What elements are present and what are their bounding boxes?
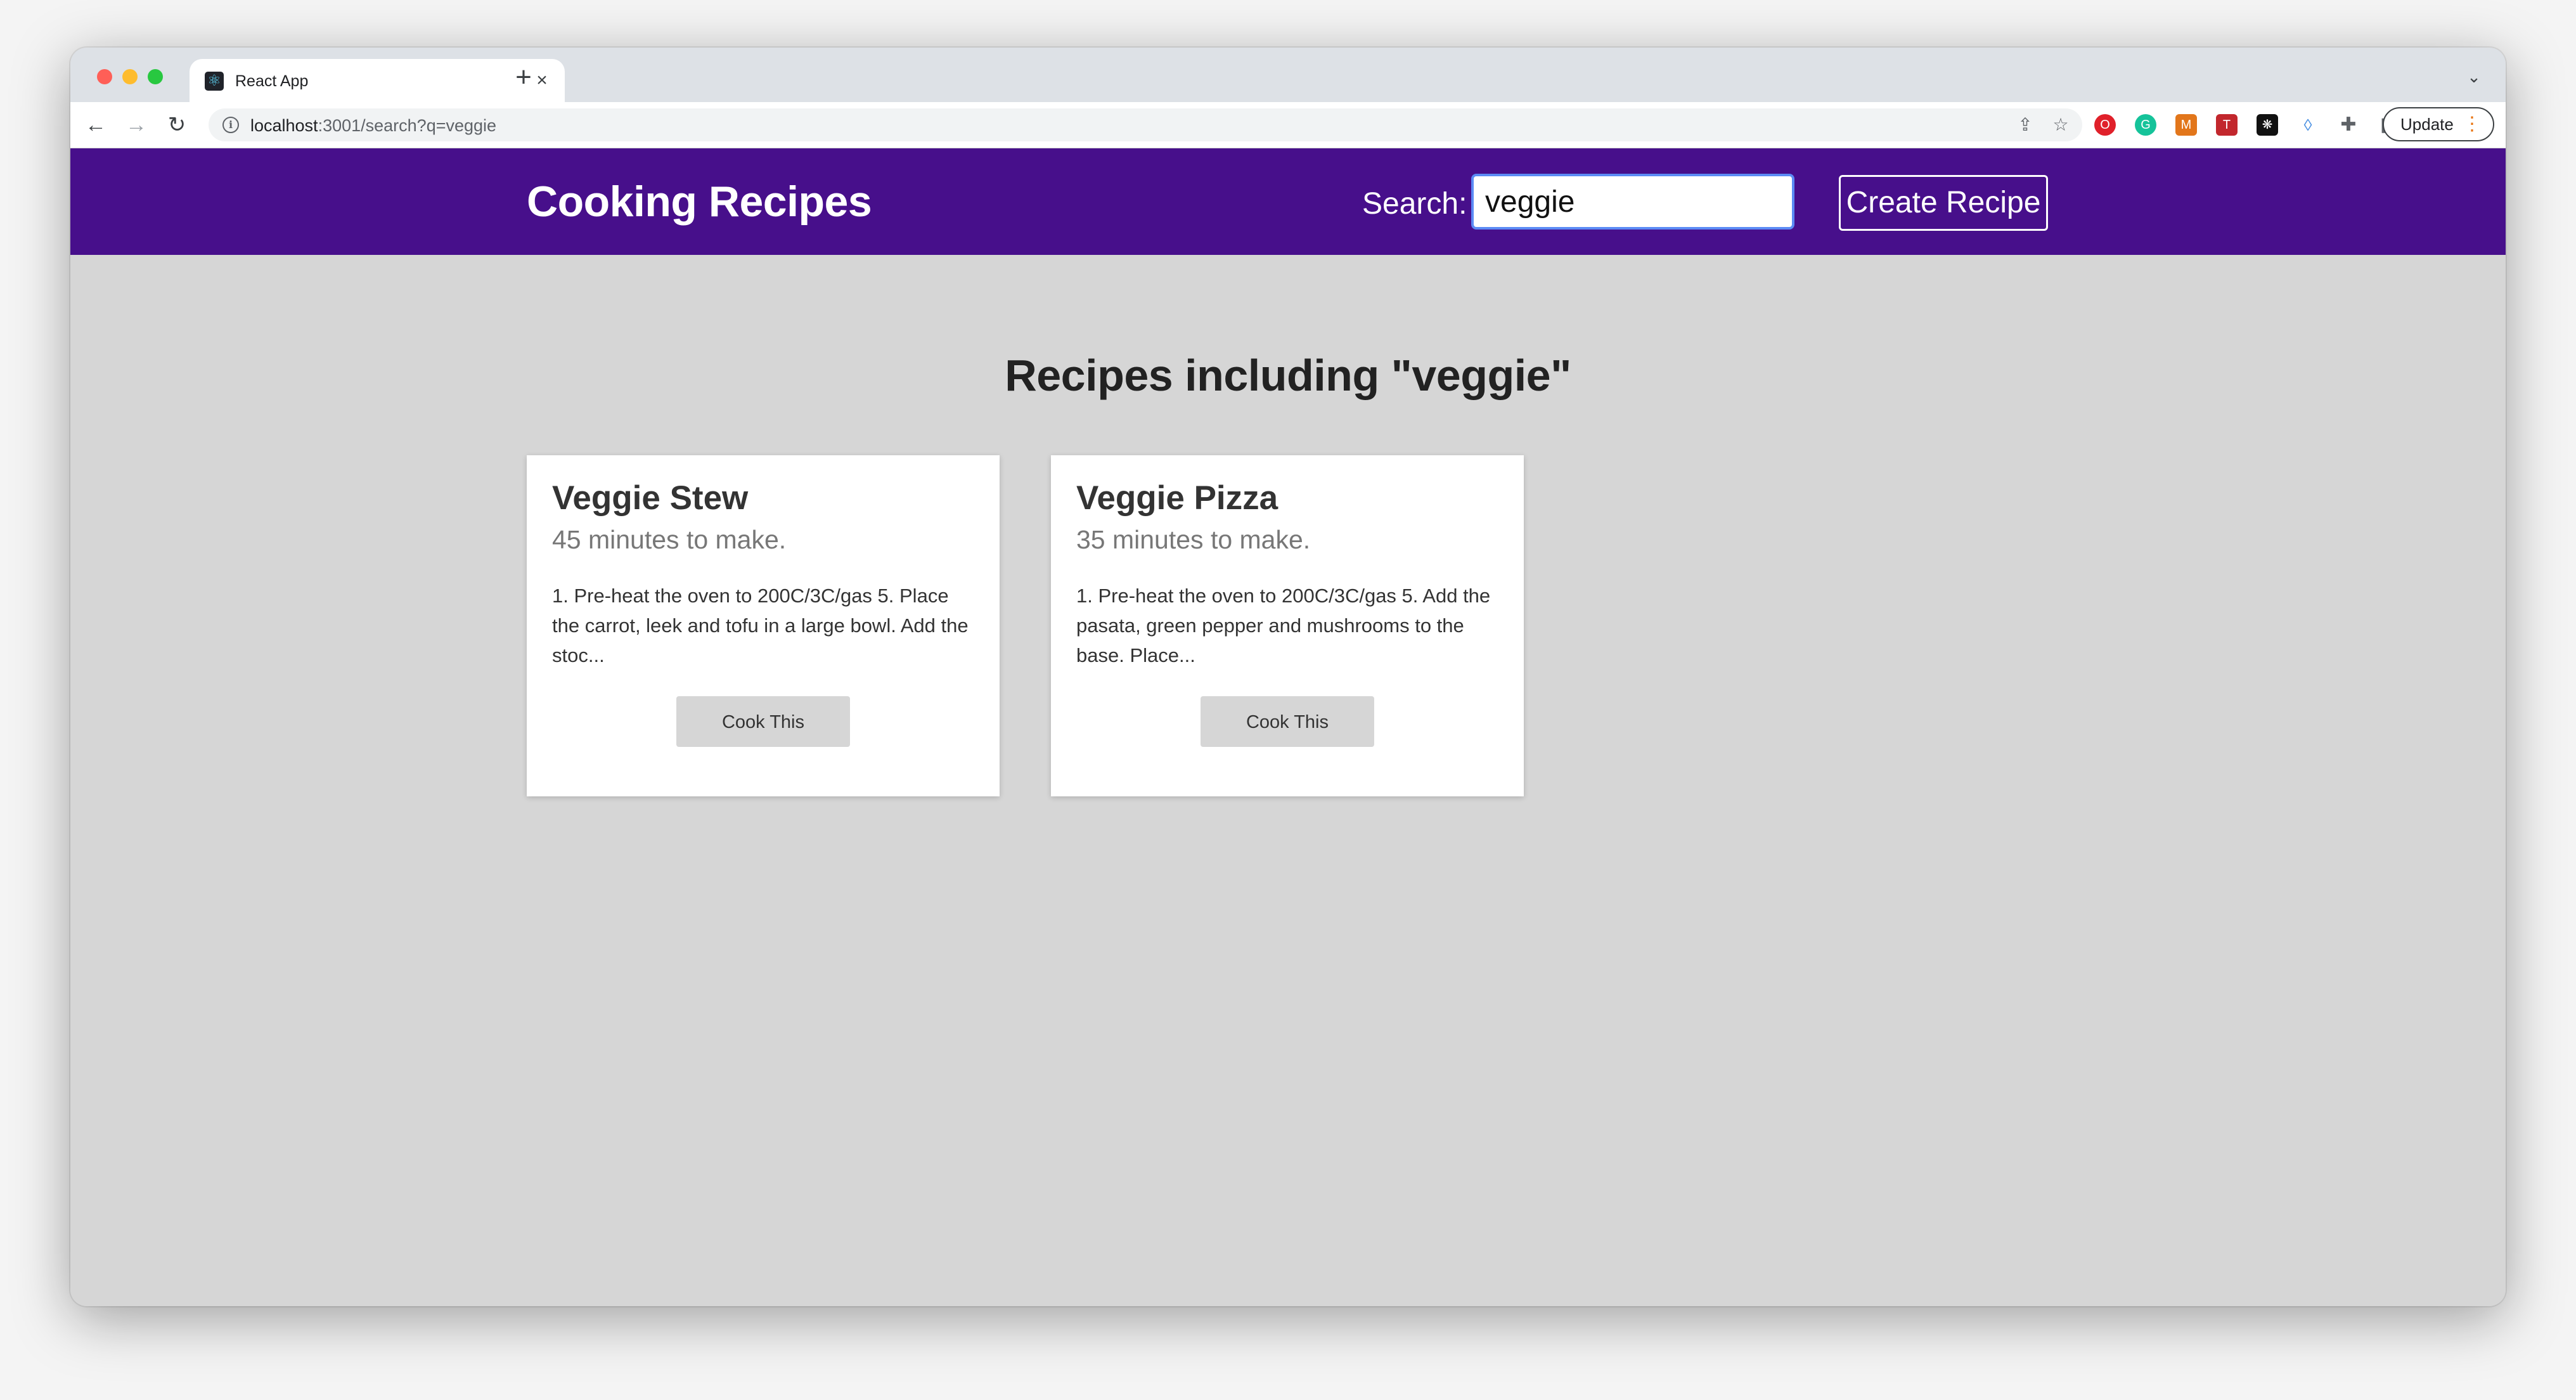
bookmark-star-icon[interactable]: ☆ bbox=[2049, 113, 2072, 136]
url-path: :3001/search?q=veggie bbox=[318, 116, 497, 135]
create-recipe-button[interactable]: Create Recipe bbox=[1839, 175, 2048, 231]
back-arrow-icon[interactable]: ← bbox=[82, 111, 110, 139]
recipe-title: Veggie Stew bbox=[552, 479, 749, 517]
settings-extension-icon[interactable]: ❋ bbox=[2257, 114, 2278, 136]
recipe-description: 1. Pre-heat the oven to 200C/3C/gas 5. P… bbox=[552, 585, 969, 666]
new-tab-icon[interactable]: + bbox=[508, 62, 539, 93]
update-button[interactable]: Update ⋮ bbox=[2383, 107, 2494, 141]
cook-this-button[interactable]: Cook This bbox=[676, 696, 850, 747]
recipe-time: 35 minutes to make. bbox=[1076, 525, 1311, 554]
recipe-time: 45 minutes to make. bbox=[552, 525, 787, 554]
opera-icon[interactable]: O bbox=[2094, 114, 2116, 136]
recipe-description: 1. Pre-heat the oven to 200C/3C/gas 5. A… bbox=[1076, 585, 1491, 666]
tab-title: React App bbox=[235, 72, 309, 90]
toggl-icon[interactable]: T bbox=[2216, 114, 2238, 136]
update-label: Update bbox=[2400, 115, 2454, 134]
app-title[interactable]: Cooking Recipes bbox=[527, 178, 872, 226]
tab-strip: ⚛ React App × + ⌄ bbox=[70, 48, 2506, 102]
share-icon[interactable]: ⇪ bbox=[2014, 113, 2037, 136]
react-icon: ⚛ bbox=[205, 72, 224, 91]
forward-arrow-icon[interactable]: → bbox=[122, 111, 150, 139]
browser-toolbar: ← → ↻ i localhost:3001/search?q=veggie ⇪… bbox=[70, 102, 2506, 148]
chevron-down-icon[interactable]: ⌄ bbox=[2461, 64, 2487, 89]
droplet-icon[interactable]: ◊ bbox=[2297, 114, 2319, 136]
minimize-window-icon[interactable] bbox=[122, 69, 138, 84]
browser-window: ⚛ React App × + ⌄ ← → ↻ i localhost:3001… bbox=[70, 48, 2506, 1306]
close-window-icon[interactable] bbox=[97, 69, 112, 84]
cook-this-button[interactable]: Cook This bbox=[1201, 696, 1374, 747]
app-viewport: Cooking Recipes Search: Create Recipe Re… bbox=[70, 148, 2506, 1306]
metamask-icon[interactable]: M bbox=[2175, 114, 2197, 136]
grammarly-icon[interactable]: G bbox=[2135, 114, 2156, 136]
puzzle-icon[interactable]: ✚ bbox=[2338, 114, 2359, 136]
address-bar[interactable]: i localhost:3001/search?q=veggie ⇪ ☆ bbox=[209, 108, 2082, 141]
recipe-card: Veggie Pizza 35 minutes to make. 1. Pre-… bbox=[1051, 455, 1524, 796]
info-icon[interactable]: i bbox=[222, 117, 239, 133]
app-header: Cooking Recipes Search: Create Recipe bbox=[70, 148, 2506, 255]
results-heading: Recipes including "veggie" bbox=[1005, 351, 1571, 400]
recipe-card: Veggie Stew 45 minutes to make. 1. Pre-h… bbox=[527, 455, 1000, 796]
url-text[interactable]: localhost:3001/search?q=veggie bbox=[250, 116, 496, 135]
search-input[interactable] bbox=[1471, 174, 1794, 230]
reload-icon[interactable]: ↻ bbox=[163, 111, 191, 139]
url-host: localhost bbox=[250, 116, 318, 135]
search-label: Search: bbox=[1362, 187, 1467, 221]
kebab-menu-icon: ⋮ bbox=[2463, 113, 2482, 134]
recipe-title: Veggie Pizza bbox=[1076, 479, 1278, 517]
maximize-window-icon[interactable] bbox=[148, 69, 163, 84]
